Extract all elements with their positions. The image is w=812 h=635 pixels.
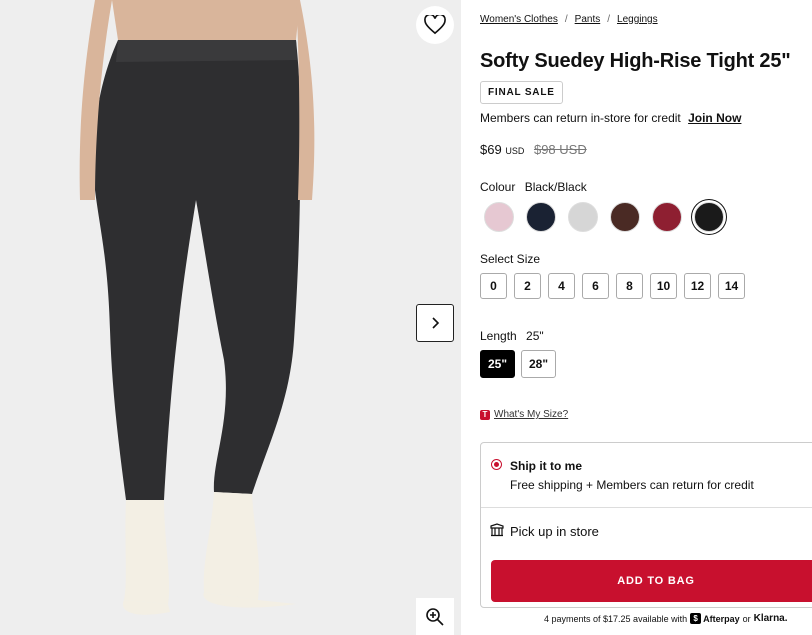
breadcrumb: Women's Clothes / Pants / Leggings (480, 14, 658, 25)
length-label-text: Length (480, 329, 517, 343)
length-label: Length 25" (480, 329, 544, 343)
colour-label-text: Colour (480, 180, 516, 194)
size-option[interactable]: 8 (616, 273, 643, 299)
installments-text: 4 payments of $17.25 available with (544, 613, 688, 624)
length-options: 25" 28" (480, 350, 556, 378)
heart-icon (424, 15, 446, 35)
size-option[interactable]: 0 (480, 273, 507, 299)
product-title: Softy Suedey High-Rise Tight 25" (480, 50, 791, 72)
colour-swatch[interactable] (568, 202, 598, 232)
colour-swatch[interactable] (694, 202, 724, 232)
breadcrumb-leggings[interactable]: Leggings (617, 14, 658, 25)
wishlist-button[interactable] (416, 6, 454, 44)
colour-swatch[interactable] (526, 202, 556, 232)
product-photo (0, 0, 461, 635)
breadcrumb-womens-clothes[interactable]: Women's Clothes (480, 14, 558, 25)
breadcrumb-separator: / (607, 14, 611, 25)
length-value: 25" (526, 329, 544, 343)
size-option[interactable]: 12 (684, 273, 711, 299)
next-image-button[interactable] (416, 304, 454, 342)
klarna-logo: Klarna. (753, 613, 788, 624)
colour-swatch[interactable] (652, 202, 682, 232)
length-option[interactable]: 28" (521, 350, 556, 378)
size-label: Select Size (480, 252, 541, 266)
breadcrumb-separator: / (564, 14, 568, 25)
size-option[interactable]: 10 (650, 273, 677, 299)
colour-value: Black/Black (524, 180, 587, 194)
radio-selected-icon (491, 459, 502, 470)
whats-my-size[interactable]: T What's My Size? (480, 409, 568, 420)
afterpay-icon: $ (690, 613, 702, 624)
size-tool-icon: T (480, 409, 490, 420)
divider (481, 507, 812, 508)
size-option[interactable]: 2 (514, 273, 541, 299)
currency: USD (505, 146, 525, 156)
length-option[interactable]: 25" (480, 350, 515, 378)
product-image-area (0, 0, 461, 635)
add-to-bag-button[interactable]: ADD TO BAG (491, 560, 812, 602)
or-text: or (742, 613, 751, 624)
zoom-button[interactable] (416, 598, 454, 635)
chevron-right-icon (432, 317, 440, 329)
members-note: Members can return in-store for credit J… (480, 111, 741, 125)
zoom-in-icon (426, 607, 444, 626)
breadcrumb-pants[interactable]: Pants (575, 14, 601, 25)
installments-note: 4 payments of $17.25 available with $ Af… (544, 613, 788, 624)
colour-swatch[interactable] (484, 202, 514, 232)
colour-swatch[interactable] (610, 202, 640, 232)
fulfillment-panel: Ship it to me Free shipping + Members ca… (480, 442, 812, 608)
pick-up-in-store-option[interactable]: Pick up in store (510, 524, 599, 539)
size-option[interactable]: 4 (548, 273, 575, 299)
ship-subtext: Free shipping + Members can return for c… (510, 478, 754, 492)
final-sale-badge: FINAL SALE (480, 81, 563, 104)
current-price: $69 (480, 142, 502, 157)
members-text: Members can return in-store for credit (480, 111, 681, 125)
size-options: 0 2 4 6 8 10 12 14 (480, 273, 745, 299)
afterpay-logo: $ Afterpay (690, 613, 740, 624)
size-option[interactable]: 14 (718, 273, 745, 299)
colour-label: Colour Black/Black (480, 180, 587, 194)
ship-it-to-me-option[interactable]: Ship it to me (510, 459, 582, 473)
join-now-link[interactable]: Join Now (688, 111, 741, 125)
whats-my-size-link[interactable]: What's My Size? (494, 409, 568, 420)
store-icon (490, 523, 504, 537)
afterpay-label: Afterpay (703, 613, 740, 624)
price: $69 USD $98 USD (480, 142, 587, 157)
original-price: $98 USD (533, 142, 587, 157)
product-details: Women's Clothes / Pants / Leggings Softy… (461, 0, 812, 635)
size-option[interactable]: 6 (582, 273, 609, 299)
colour-swatches (484, 202, 724, 232)
